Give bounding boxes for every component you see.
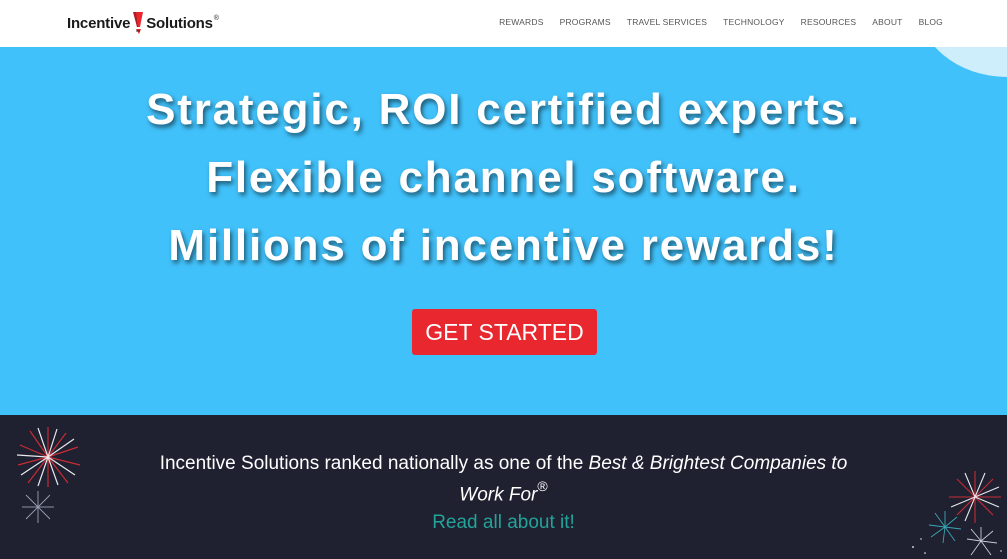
get-started-button[interactable]: GET STARTED: [412, 309, 597, 355]
logo-exclamation-icon: [131, 11, 145, 35]
award-text-italic-1: Best & Brightest Companies to: [588, 453, 848, 474]
nav-item-travel-services[interactable]: TRAVEL SERVICES: [627, 17, 707, 27]
main-nav: REWARDS PROGRAMS TRAVEL SERVICES TECHNOL…: [483, 17, 943, 27]
award-registered-mark: ®: [537, 478, 548, 494]
site-logo[interactable]: Incentive Solutions ®: [67, 10, 219, 36]
logo-word-incentive: Incentive: [67, 14, 131, 32]
page: Incentive Solutions ® REWARDS PROGRAMS T…: [0, 0, 1007, 559]
hero-section: Strategic, ROI certified experts. Flexib…: [0, 47, 1007, 415]
hero-headline-line-2: Flexible channel software.: [206, 153, 801, 202]
hero-headline-line-1: Strategic, ROI certified experts.: [146, 85, 861, 134]
read-more-link[interactable]: Read all about it!: [0, 512, 1007, 534]
hero-corner-decoration: [917, 47, 1007, 77]
award-text-plain: Incentive Solutions ranked nationally as…: [159, 453, 589, 474]
nav-item-programs[interactable]: PROGRAMS: [560, 17, 611, 27]
logo-word-solutions: Solutions: [146, 14, 213, 32]
nav-item-technology[interactable]: TECHNOLOGY: [723, 17, 785, 27]
nav-item-resources[interactable]: RESOURCES: [801, 17, 857, 27]
site-header: Incentive Solutions ® REWARDS PROGRAMS T…: [0, 0, 1007, 47]
award-banner: Incentive Solutions ranked nationally as…: [0, 415, 1007, 559]
nav-item-blog[interactable]: BLOG: [919, 17, 943, 27]
award-text-line-1: Incentive Solutions ranked nationally as…: [0, 453, 1007, 475]
hero-headline-line-3: Millions of incentive rewards!: [168, 221, 839, 270]
nav-item-about[interactable]: ABOUT: [872, 17, 902, 27]
nav-item-rewards[interactable]: REWARDS: [499, 17, 544, 27]
award-text-italic-2: Work For: [459, 484, 538, 506]
award-text-line-2: Work For®: [0, 478, 1007, 506]
logo-registered-mark: ®: [213, 14, 219, 22]
